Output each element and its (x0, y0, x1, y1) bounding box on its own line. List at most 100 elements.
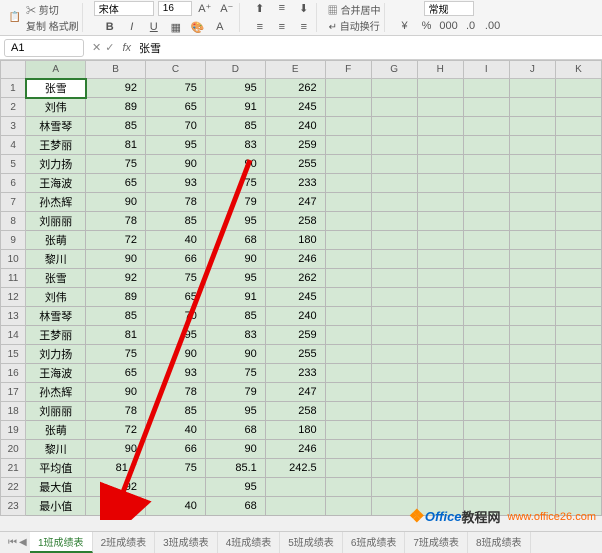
cell-C9[interactable]: 40 (146, 231, 206, 250)
cell-A23[interactable]: 最小值 (26, 497, 86, 516)
font-name-select[interactable] (94, 1, 154, 16)
formula-input[interactable] (135, 40, 602, 56)
comma-icon[interactable]: 000 (440, 17, 458, 35)
row-header-13[interactable]: 13 (1, 307, 26, 326)
cell-D21[interactable]: 85.1 (205, 459, 265, 478)
cell-K21[interactable] (555, 459, 601, 478)
cell-I17[interactable] (463, 383, 509, 402)
cell-F5[interactable] (325, 155, 371, 174)
cell-C5[interactable]: 90 (146, 155, 206, 174)
bold-button[interactable]: B (101, 18, 119, 36)
cell-C4[interactable]: 95 (146, 136, 206, 155)
cell-H19[interactable] (417, 421, 463, 440)
row-header-10[interactable]: 10 (1, 250, 26, 269)
cell-K20[interactable] (555, 440, 601, 459)
cell-D19[interactable]: 68 (205, 421, 265, 440)
cell-F23[interactable] (325, 497, 371, 516)
cell-G10[interactable] (371, 250, 417, 269)
cell-D7[interactable]: 79 (205, 193, 265, 212)
cell-C21[interactable]: 75 (146, 459, 206, 478)
row-header-11[interactable]: 11 (1, 269, 26, 288)
cell-A20[interactable]: 黎川 (26, 440, 86, 459)
cell-F18[interactable] (325, 402, 371, 421)
cell-A3[interactable]: 林雪琴 (26, 117, 86, 136)
cell-K3[interactable] (555, 117, 601, 136)
cell-H14[interactable] (417, 326, 463, 345)
sheet-tab-3[interactable]: 3班成绩表 (155, 532, 218, 553)
cell-J10[interactable] (509, 250, 555, 269)
cell-G16[interactable] (371, 364, 417, 383)
cell-E18[interactable]: 258 (265, 402, 325, 421)
cut-button[interactable]: ✂ 剪切 (26, 2, 79, 17)
cell-I11[interactable] (463, 269, 509, 288)
cell-D5[interactable]: 90 (205, 155, 265, 174)
cell-G19[interactable] (371, 421, 417, 440)
cell-H18[interactable] (417, 402, 463, 421)
cell-H9[interactable] (417, 231, 463, 250)
cell-K11[interactable] (555, 269, 601, 288)
cell-F7[interactable] (325, 193, 371, 212)
cell-I8[interactable] (463, 212, 509, 231)
cell-G5[interactable] (371, 155, 417, 174)
cell-J11[interactable] (509, 269, 555, 288)
cell-D4[interactable]: 83 (205, 136, 265, 155)
cell-E2[interactable]: 245 (265, 98, 325, 117)
cell-J1[interactable] (509, 79, 555, 98)
cell-K7[interactable] (555, 193, 601, 212)
align-left-icon[interactable]: ≡ (251, 18, 269, 36)
cell-K1[interactable] (555, 79, 601, 98)
cell-K8[interactable] (555, 212, 601, 231)
number-format-select[interactable] (424, 1, 474, 16)
cell-E19[interactable]: 180 (265, 421, 325, 440)
cell-B4[interactable]: 81 (86, 136, 146, 155)
cell-B9[interactable]: 72 (86, 231, 146, 250)
cell-J19[interactable] (509, 421, 555, 440)
cell-C23[interactable]: 40 (146, 497, 206, 516)
underline-button[interactable]: U (145, 18, 163, 36)
cell-B17[interactable]: 90 (86, 383, 146, 402)
row-header-21[interactable]: 21 (1, 459, 26, 478)
cell-K15[interactable] (555, 345, 601, 364)
cell-G1[interactable] (371, 79, 417, 98)
cell-J21[interactable] (509, 459, 555, 478)
row-header-23[interactable]: 23 (1, 497, 26, 516)
fill-color-button[interactable]: 🎨 (189, 18, 207, 36)
cell-E7[interactable]: 247 (265, 193, 325, 212)
cell-B6[interactable]: 65 (86, 174, 146, 193)
cell-J6[interactable] (509, 174, 555, 193)
cell-H10[interactable] (417, 250, 463, 269)
cell-A21[interactable]: 平均值 (26, 459, 86, 478)
cell-I6[interactable] (463, 174, 509, 193)
cell-J4[interactable] (509, 136, 555, 155)
cell-A19[interactable]: 张萌 (26, 421, 86, 440)
cell-E9[interactable]: 180 (265, 231, 325, 250)
cell-G8[interactable] (371, 212, 417, 231)
cell-H1[interactable] (417, 79, 463, 98)
cell-B23[interactable] (86, 497, 146, 516)
cell-K14[interactable] (555, 326, 601, 345)
cell-B1[interactable]: 92 (86, 79, 146, 98)
decimal-inc-icon[interactable]: .0 (462, 17, 480, 35)
cell-H7[interactable] (417, 193, 463, 212)
cell-G20[interactable] (371, 440, 417, 459)
row-header-20[interactable]: 20 (1, 440, 26, 459)
cell-F6[interactable] (325, 174, 371, 193)
row-header-7[interactable]: 7 (1, 193, 26, 212)
cell-J9[interactable] (509, 231, 555, 250)
cell-D13[interactable]: 85 (205, 307, 265, 326)
row-header-3[interactable]: 3 (1, 117, 26, 136)
col-header-B[interactable]: B (86, 61, 146, 79)
cell-I19[interactable] (463, 421, 509, 440)
decimal-dec-icon[interactable]: .00 (484, 17, 502, 35)
cell-E1[interactable]: 262 (265, 79, 325, 98)
col-header-J[interactable]: J (509, 61, 555, 79)
cell-B14[interactable]: 81 (86, 326, 146, 345)
cell-F10[interactable] (325, 250, 371, 269)
border-button[interactable]: ▦ (167, 18, 185, 36)
cell-F3[interactable] (325, 117, 371, 136)
cell-E21[interactable]: 242.5 (265, 459, 325, 478)
tab-nav-prev-icon[interactable]: ◀ (19, 537, 27, 548)
cell-B11[interactable]: 92 (86, 269, 146, 288)
cell-I22[interactable] (463, 478, 509, 497)
cell-G9[interactable] (371, 231, 417, 250)
